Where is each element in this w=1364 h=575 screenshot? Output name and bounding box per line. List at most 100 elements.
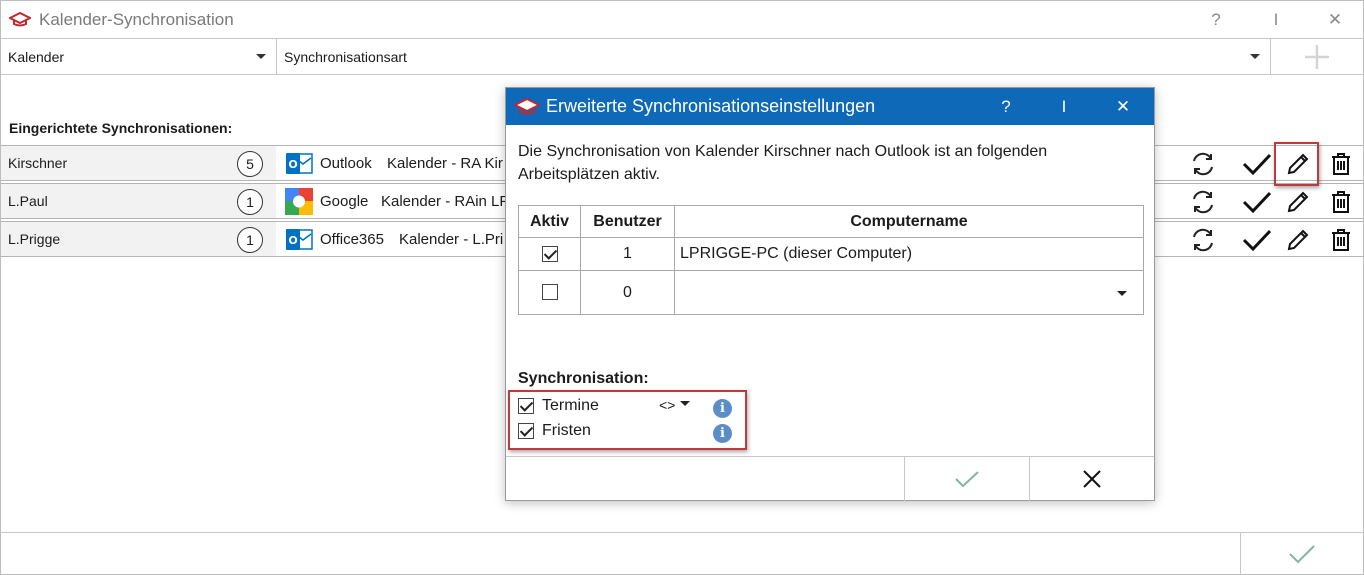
fristen-checkbox[interactable] — [518, 423, 534, 439]
fristen-option[interactable]: Fristen — [518, 422, 591, 440]
trash-icon — [1332, 153, 1350, 175]
table-row: 1 LPRIGGE-PC (dieser Computer) — [518, 237, 1144, 271]
checkmark-icon — [1242, 191, 1272, 214]
calendar-name: L.Prigge — [1, 222, 276, 256]
activate-button[interactable] — [1241, 187, 1273, 217]
sync-type-select[interactable]: Synchronisationsart — [277, 39, 1271, 75]
checkmark-icon — [1242, 229, 1272, 252]
checkmark-icon — [955, 471, 979, 488]
dialog-help-button[interactable]: ? — [986, 93, 1026, 121]
help-button[interactable]: ? — [1196, 7, 1236, 33]
active-cell — [518, 270, 581, 315]
pin-button[interactable]: I — [1256, 7, 1296, 33]
close-icon: ✕ — [1115, 97, 1131, 116]
refresh-icon — [1193, 152, 1213, 176]
dialog-ok-button[interactable] — [904, 457, 1029, 501]
termine-checkbox[interactable] — [518, 398, 534, 414]
fristen-label: Fristen — [542, 422, 591, 439]
count-badge: 5 — [237, 151, 263, 177]
calendar-sync-window: Kalender-Synchronisation ? I ✕ Kalender … — [0, 0, 1364, 575]
trash-icon — [1332, 191, 1350, 213]
pencil-icon — [1287, 191, 1309, 213]
dialog-title-bar: Erweiterte Synchronisationseinstellungen… — [506, 88, 1154, 125]
activate-button[interactable] — [1241, 225, 1273, 255]
checkmark-icon — [1289, 545, 1315, 564]
sync-section-label: Synchronisation: — [518, 370, 649, 387]
termine-label: Termine — [542, 397, 599, 414]
activate-button[interactable] — [1241, 149, 1273, 179]
termine-option[interactable]: Termine — [518, 397, 599, 415]
delete-button[interactable] — [1325, 187, 1357, 217]
active-cell — [518, 237, 581, 271]
sync-now-button[interactable] — [1187, 187, 1219, 217]
dialog-message: Die Synchronisation von Kalender Kirschn… — [518, 143, 1048, 183]
info-icon[interactable]: i — [713, 399, 732, 418]
advanced-settings-dialog: Erweiterte Synchronisationseinstellungen… — [505, 87, 1155, 501]
add-sync-button[interactable] — [1271, 39, 1363, 75]
sync-now-button[interactable] — [1187, 225, 1219, 255]
active-checkbox[interactable] — [541, 245, 558, 262]
svg-text:O: O — [288, 158, 297, 171]
pin-icon: I — [1061, 97, 1067, 116]
refresh-icon — [1193, 190, 1213, 214]
info-icon[interactable]: i — [713, 424, 732, 443]
calendar-target: Kalender - RAin LP — [381, 193, 510, 210]
users-cell: 0 — [580, 270, 675, 315]
direction-value: <> — [659, 397, 676, 413]
delete-button[interactable] — [1325, 149, 1357, 179]
info-glyph: i — [720, 401, 725, 416]
computer-select[interactable] — [674, 270, 1144, 315]
close-icon: ✕ — [1327, 10, 1343, 29]
calendar-select[interactable]: Kalender — [1, 39, 277, 75]
dialog-cancel-button[interactable] — [1029, 457, 1154, 501]
delete-button[interactable] — [1325, 225, 1357, 255]
help-icon: ? — [1211, 10, 1221, 29]
app-logo-icon — [9, 12, 31, 27]
chevron-down-icon — [256, 54, 266, 59]
service-name: Google — [320, 193, 369, 210]
google-icon — [285, 188, 313, 215]
service-name: Office365 — [320, 231, 384, 248]
column-header-computer: Computername — [674, 205, 1144, 238]
column-header-active: Aktiv — [518, 205, 581, 238]
calendar-target: Kalender - RA Kir — [387, 155, 503, 172]
chevron-down-icon — [680, 400, 691, 406]
edit-button[interactable] — [1282, 187, 1314, 217]
table-row: 0 — [518, 270, 1144, 315]
refresh-icon — [1193, 228, 1213, 252]
active-checkbox[interactable] — [541, 284, 558, 301]
count-badge: 1 — [237, 189, 263, 215]
footer-bar — [1, 532, 1363, 575]
app-logo-icon — [514, 98, 540, 115]
plus-icon — [1305, 45, 1329, 69]
dialog-pin-button[interactable]: I — [1044, 93, 1084, 121]
checkmark-icon — [1242, 153, 1272, 176]
table-header-row: Aktiv Benutzer Computername — [518, 205, 1144, 238]
calendar-name: Kirschner — [1, 146, 276, 180]
trash-icon — [1332, 229, 1350, 251]
filter-bar: Kalender Synchronisationsart — [1, 39, 1363, 75]
dialog-close-button[interactable]: ✕ — [1103, 93, 1143, 121]
sync-type-select-value: Synchronisationsart — [284, 49, 407, 65]
close-button[interactable]: ✕ — [1315, 7, 1355, 33]
help-icon: ? — [1001, 97, 1011, 116]
calendar-select-value: Kalender — [8, 49, 65, 65]
edit-button[interactable] — [1282, 225, 1314, 255]
users-cell: 1 — [580, 237, 675, 271]
direction-select[interactable]: <> — [659, 397, 691, 413]
svg-text:O: O — [288, 234, 297, 247]
office365-icon: O — [286, 229, 313, 250]
chevron-down-icon — [1250, 54, 1260, 59]
pin-icon: I — [1273, 10, 1279, 29]
calendar-name: L.Paul — [1, 184, 276, 218]
section-title: Eingerichtete Synchronisationen: — [9, 120, 233, 136]
column-header-users: Benutzer — [580, 205, 675, 238]
sync-now-button[interactable] — [1187, 149, 1219, 179]
workstation-table: Aktiv Benutzer Computername 1 LPRIGGE-PC… — [518, 205, 1144, 315]
calendar-target: Kalender - L.Pri — [399, 231, 504, 248]
computer-cell: LPRIGGE-PC (dieser Computer) — [674, 237, 1144, 271]
dialog-footer — [506, 456, 1154, 501]
confirm-button[interactable] — [1240, 533, 1363, 575]
close-icon — [1083, 470, 1101, 488]
outlook-icon: O — [286, 153, 313, 174]
